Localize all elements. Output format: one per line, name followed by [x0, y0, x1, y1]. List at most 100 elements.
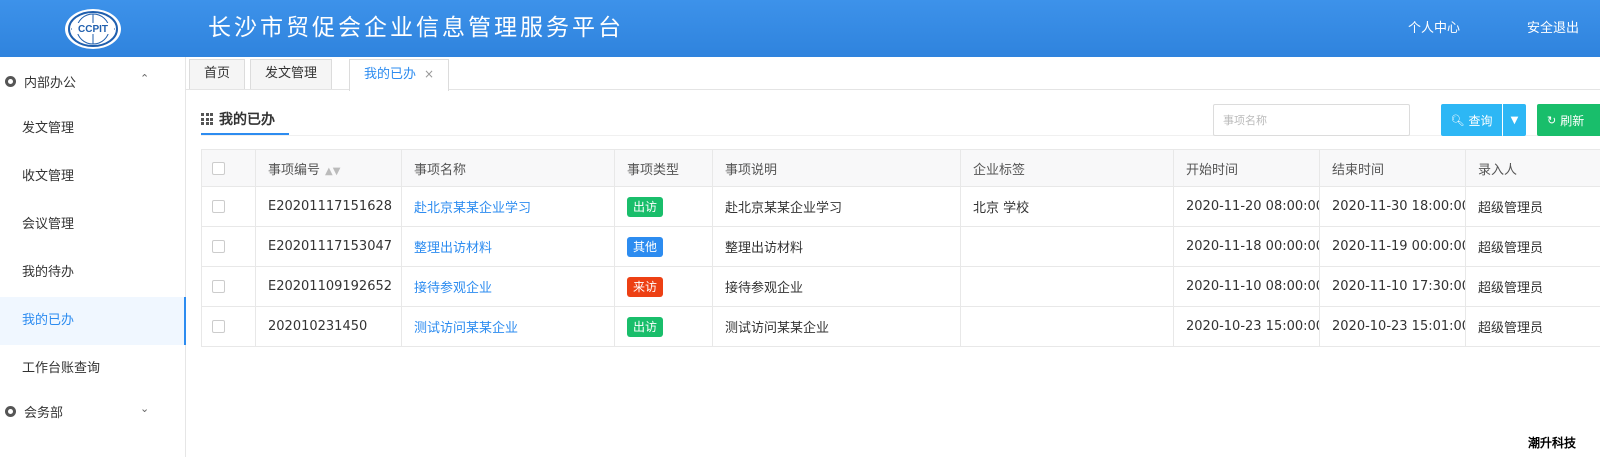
column-header-name: 事项名称 [401, 149, 615, 187]
column-header-end: 结束时间 [1319, 149, 1466, 187]
watermark-text: 潮升科技 [1528, 436, 1577, 450]
logout-link[interactable]: 安全退出 [1527, 19, 1579, 39]
logo-area[interactable]: CCPIT [0, 0, 186, 57]
column-header-label: 事项编号 [268, 162, 321, 178]
close-icon[interactable]: × [424, 67, 434, 81]
sidebar-group-label: 内部办公 [24, 75, 77, 91]
item-type-cell: 出访 [614, 186, 713, 227]
chevron-up-icon: ⌃ [140, 72, 150, 85]
item-tags: 北京 学校 [960, 186, 1174, 227]
row-select-cell [201, 266, 256, 307]
row-checkbox[interactable] [212, 200, 225, 213]
page-title: 我的已办 [219, 112, 275, 128]
query-button[interactable]: 🔍︎ 查询 [1441, 104, 1502, 136]
search-icon: 🔍︎ [1450, 113, 1465, 127]
item-id: E20201117153047 [255, 226, 402, 267]
row-select-cell [201, 226, 256, 267]
item-type-badge: 来访 [627, 276, 664, 297]
sidebar-item-incoming-docs[interactable]: 收文管理 [0, 153, 186, 201]
item-name-link[interactable]: 赴北京某某企业学习 [414, 201, 531, 216]
item-end-time: 2020-11-10 17:30:00 [1319, 266, 1466, 307]
sort-icon[interactable]: ▲▼ [325, 166, 340, 177]
item-creator: 超级管理员 [1465, 186, 1600, 227]
column-header-desc: 事项说明 [712, 149, 961, 187]
item-name-link[interactable]: 接待参观企业 [414, 281, 492, 296]
search-input[interactable] [1213, 104, 1410, 136]
item-start-time: 2020-11-18 00:00:00 [1173, 226, 1320, 267]
query-dropdown-button[interactable]: ▼ [1503, 104, 1526, 136]
item-name-cell: 接待参观企业 [401, 266, 615, 307]
item-end-time: 2020-10-23 15:01:00 [1319, 306, 1466, 347]
refresh-button-label: 刷新 [1560, 113, 1585, 128]
tab-my-done[interactable]: 我的已办 × [349, 59, 450, 91]
item-type-cell: 其他 [614, 226, 713, 267]
table-row[interactable]: 202010231450 测试访问某某企业 出访 测试访问某某企业 2020-10-23… [201, 306, 1600, 347]
tab-bar: 首页 发文管理 我的已办 × [186, 57, 1600, 91]
row-select-cell [201, 186, 256, 227]
refresh-button[interactable]: ↻ 刷新 [1537, 104, 1600, 136]
sidebar-item-my-done[interactable]: 我的已办 [0, 297, 186, 345]
item-creator: 超级管理员 [1465, 226, 1600, 267]
item-desc: 测试访问某某企业 [712, 306, 961, 347]
item-tags [960, 226, 1174, 267]
group-dot-icon [5, 405, 16, 417]
column-header-creator: 录入人 [1465, 149, 1600, 187]
profile-link[interactable]: 个人中心 [1408, 19, 1460, 39]
item-creator: 超级管理员 [1465, 266, 1600, 307]
done-items-table: 事项编号 ▲▼ 事项名称 事项类型 事项说明 企业标签 开始时间 结束时间 录入人… [201, 149, 1600, 347]
row-checkbox[interactable] [212, 280, 225, 293]
item-id: E20201109192652 [255, 266, 402, 307]
tab-home[interactable]: 首页 [189, 59, 246, 89]
item-name-link[interactable]: 测试访问某某企业 [414, 321, 518, 336]
table-header-row: 事项编号 ▲▼ 事项名称 事项类型 事项说明 企业标签 开始时间 结束时间 录入人 [201, 149, 1600, 187]
select-all-checkbox[interactable] [212, 161, 225, 175]
chevron-down-icon: ⌄ [140, 402, 150, 415]
item-name-cell: 赴北京某某企业学习 [401, 186, 615, 227]
sidebar-group-affairs[interactable]: 会务部 ⌄ [0, 387, 186, 435]
item-name-cell: 整理出访材料 [401, 226, 615, 267]
table-body: E20201117151628 赴北京某某企业学习 出访 赴北京某某企业学习 北京 学校… [201, 186, 1600, 347]
item-end-time: 2020-11-19 00:00:00 [1319, 226, 1466, 267]
group-dot-icon [5, 75, 16, 87]
sidebar-item-meetings[interactable]: 会议管理 [0, 201, 186, 249]
select-all-cell [201, 149, 256, 187]
tab-label: 我的已办 [364, 67, 417, 82]
ccpit-logo: CCPIT [65, 8, 121, 49]
tab-label: 发文管理 [265, 66, 318, 81]
item-name-link[interactable]: 整理出访材料 [414, 241, 492, 256]
row-checkbox[interactable] [212, 320, 225, 333]
item-end-time: 2020-11-30 18:00:00 [1319, 186, 1466, 227]
page-heading: 我的已办 [201, 108, 275, 130]
sidebar-item-ledger-query[interactable]: 工作台账查询 [0, 345, 186, 393]
row-checkbox[interactable] [212, 240, 225, 253]
sidebar-group-label: 会务部 [24, 405, 64, 421]
table-row[interactable]: E20201117153047 整理出访材料 其他 整理出访材料 2020-11-18 … [201, 226, 1600, 267]
chevron-down-icon: ▼ [1510, 114, 1519, 126]
refresh-icon: ↻ [1547, 113, 1557, 127]
column-header-type: 事项类型 [614, 149, 713, 187]
table-row[interactable]: E20201109192652 接待参观企业 来访 接待参观企业 2020-11-10 … [201, 266, 1600, 307]
item-id: 202010231450 [255, 306, 402, 347]
item-type-badge: 出访 [627, 196, 664, 217]
item-tags [960, 266, 1174, 307]
sidebar-item-my-todo[interactable]: 我的待办 [0, 249, 186, 297]
column-header-tags: 企业标签 [960, 149, 1174, 187]
item-desc: 接待参观企业 [712, 266, 961, 307]
grid-icon [201, 113, 213, 125]
sidebar-item-outgoing-docs[interactable]: 发文管理 [0, 105, 186, 153]
item-start-time: 2020-10-23 15:00:00 [1173, 306, 1320, 347]
item-id: E20201117151628 [255, 186, 402, 227]
tab-outgoing-docs[interactable]: 发文管理 [250, 59, 333, 89]
sidebar: 内部办公 ⌃ 发文管理 收文管理 会议管理 我的待办 我的已办 工作台账查询 会… [0, 57, 186, 457]
app-title: 长沙市贸促会企业信息管理服务平台 [208, 15, 624, 41]
table-row[interactable]: E20201117151628 赴北京某某企业学习 出访 赴北京某某企业学习 北京 学校… [201, 186, 1600, 227]
item-start-time: 2020-11-20 08:00:00 [1173, 186, 1320, 227]
item-creator: 超级管理员 [1465, 306, 1600, 347]
item-start-time: 2020-11-10 08:00:00 [1173, 266, 1320, 307]
tab-label: 首页 [204, 66, 231, 81]
top-header: CCPIT 长沙市贸促会企业信息管理服务平台 个人中心 安全退出 [0, 0, 1600, 57]
column-header-start: 开始时间 [1173, 149, 1320, 187]
column-header-id[interactable]: 事项编号 ▲▼ [255, 149, 402, 187]
logo-text: CCPIT [78, 24, 108, 35]
sidebar-group-internal-office[interactable]: 内部办公 ⌃ [0, 57, 186, 105]
